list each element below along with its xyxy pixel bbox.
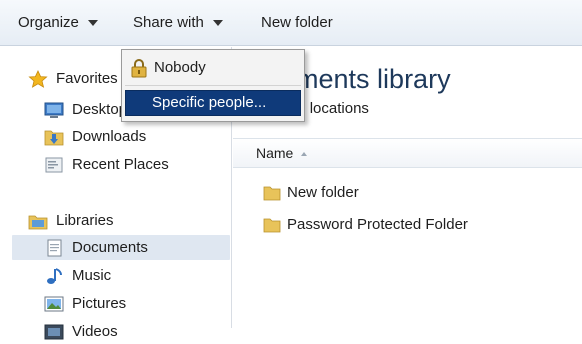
nav-label: Libraries	[56, 212, 114, 229]
menu-item-nobody[interactable]: Nobody	[125, 55, 301, 81]
downloads-folder-icon	[44, 130, 64, 146]
libraries-icon	[28, 215, 48, 230]
documents-icon	[47, 239, 62, 257]
nav-label: Downloads	[72, 128, 147, 145]
organize-label: Organize	[18, 14, 79, 31]
organize-button[interactable]: Organize	[18, 13, 98, 33]
pictures-icon	[44, 296, 64, 312]
desktop-icon	[44, 102, 64, 118]
nav-label: Recent Places	[72, 156, 169, 173]
lock-icon	[131, 59, 147, 78]
file-name: New folder	[287, 184, 359, 201]
star-icon	[28, 70, 48, 88]
videos-icon	[44, 324, 64, 340]
dropdown-caret-icon	[212, 20, 223, 27]
music-icon	[47, 268, 62, 284]
new-folder-button[interactable]: New folder	[261, 13, 333, 33]
nav-label: Favorites	[56, 70, 118, 87]
name-column-label: Name	[256, 145, 294, 161]
menu-item-specific-people[interactable]: Specific people...	[125, 90, 301, 116]
file-name: Password Protected Folder	[287, 216, 468, 233]
menu-item-label: Nobody	[154, 59, 206, 76]
nav-label: Music	[72, 267, 112, 284]
name-column-header[interactable]: Name	[256, 145, 308, 161]
nav-label: Pictures	[72, 295, 127, 312]
menu-item-label: Specific people...	[152, 94, 267, 111]
nav-label: Documents	[72, 239, 148, 256]
column-header-bar: Name	[233, 138, 582, 168]
share-with-button[interactable]: Share with	[133, 13, 223, 33]
share-with-menu: Nobody Specific people...	[121, 49, 305, 122]
nav-label: Videos	[72, 323, 118, 340]
share-with-label: Share with	[133, 14, 204, 31]
command-toolbar: Organize Share with New folder	[0, 0, 582, 46]
folder-icon	[263, 218, 281, 233]
dropdown-caret-icon	[87, 20, 98, 27]
nav-label: Desktop	[72, 101, 128, 118]
sort-ascending-icon	[301, 152, 308, 157]
recent-places-icon	[45, 157, 63, 173]
menu-separator	[125, 85, 301, 86]
folder-icon	[263, 186, 281, 201]
new-folder-label: New folder	[261, 14, 333, 31]
